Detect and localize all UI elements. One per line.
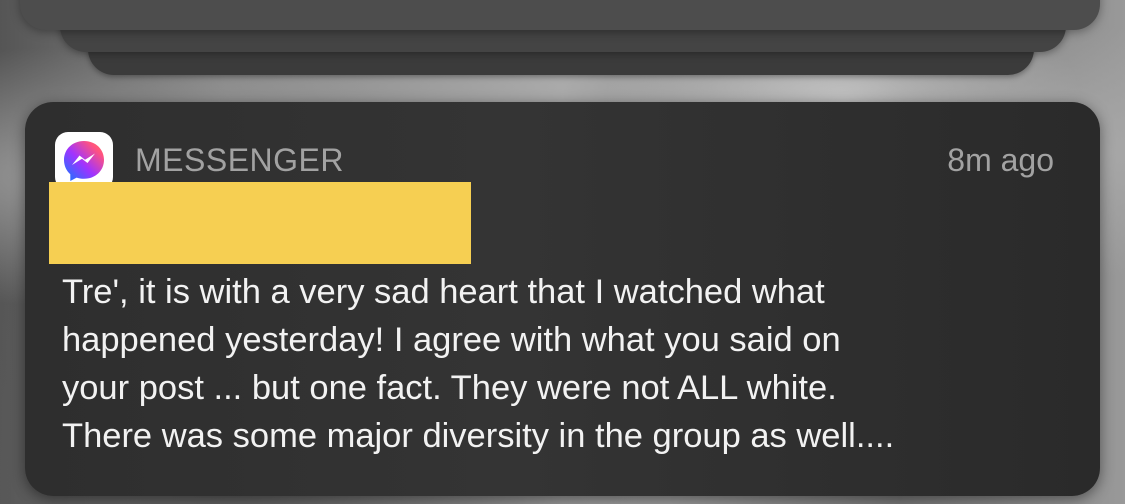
message-preview: Tre', it is with a very sad heart that I…: [62, 273, 895, 455]
stacked-notification-front[interactable]: [20, 0, 1100, 30]
messenger-notification[interactable]: MESSENGER 8m ago Tre', it is with a very…: [25, 102, 1100, 496]
timestamp-label: 8m ago: [947, 142, 1054, 178]
app-name-label: MESSENGER: [135, 142, 344, 178]
redacted-sender-name: [49, 182, 471, 264]
